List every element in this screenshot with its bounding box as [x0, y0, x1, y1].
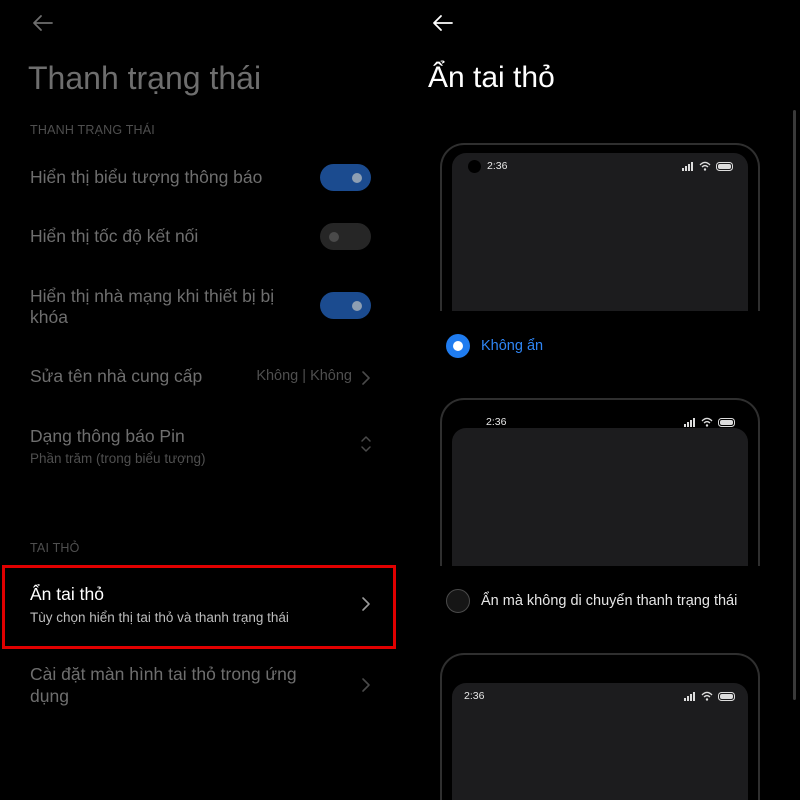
status-icons	[684, 417, 736, 427]
camera-cutout	[468, 160, 481, 173]
setting-row-connection-speed[interactable]: Hiển thị tốc độ kết nối	[0, 220, 400, 256]
arrow-left-icon	[33, 15, 53, 31]
wifi-icon	[701, 417, 713, 427]
setting-title: Sửa tên nhà cung cấp	[30, 366, 203, 386]
preview-screen: 2:36	[452, 683, 748, 800]
scrollbar[interactable]	[793, 110, 796, 700]
battery-icon	[718, 691, 735, 701]
preview-screen	[452, 428, 748, 566]
setting-title: Hiển thị tốc độ kết nối	[30, 226, 199, 246]
back-button[interactable]	[30, 10, 60, 38]
carrier-name-value: Không | Không	[256, 368, 352, 384]
status-icons	[684, 691, 736, 701]
setting-title-line2: khóa	[30, 307, 68, 327]
wifi-icon	[699, 161, 711, 171]
option-label: Không ẩn	[481, 338, 544, 354]
arrow-left-icon	[433, 15, 453, 31]
preview-phone-hide-notch[interactable]: 2:36	[440, 398, 760, 566]
setting-row-battery-indicator[interactable]: Dạng thông báo Pin Phần trăm (trong biểu…	[0, 420, 400, 470]
signal-icon	[684, 417, 695, 427]
highlight-box	[2, 565, 396, 649]
setting-row-notch-app-settings[interactable]: Cài đặt màn hình tai thỏ trong ứng dụng	[0, 660, 400, 710]
radio-button-selected[interactable]	[446, 334, 470, 358]
preview-phone-hide-and-move[interactable]: 2:36	[440, 653, 760, 800]
chevron-up-down-icon	[361, 436, 371, 452]
hide-notch-screen: Ẩn tai thỏ 2:36 Không ẩn 2:36 Ẩn mà khôn…	[400, 0, 800, 800]
setting-title-line1: Hiển thị nhà mạng khi thiết bị bị	[30, 286, 275, 306]
status-time: 2:36	[486, 416, 507, 428]
back-button[interactable]	[430, 10, 460, 38]
signal-icon	[684, 691, 695, 701]
preview-screen: 2:36	[452, 153, 748, 311]
battery-icon	[718, 417, 735, 427]
setting-title-line1: Cài đặt màn hình tai thỏ trong ứng	[30, 664, 297, 684]
setting-row-edit-carrier-name[interactable]: Sửa tên nhà cung cấp Không | Không	[0, 360, 400, 394]
status-bar-settings-screen: Thanh trạng thái THANH TRẠNG THÁI Hiển t…	[0, 0, 400, 800]
battery-icon	[716, 161, 733, 171]
chevron-right-icon	[362, 678, 370, 692]
section-header-notch: TAI THỎ	[30, 541, 80, 555]
setting-row-carrier-on-lock[interactable]: Hiển thị nhà mạng khi thiết bị bị khóa	[0, 282, 400, 332]
carrier-on-lock-toggle[interactable]	[320, 292, 371, 319]
setting-title: Hiển thị biểu tượng thông báo	[30, 167, 263, 187]
page-title: Thanh trạng thái	[28, 60, 262, 96]
chevron-right-icon	[362, 371, 370, 385]
setting-title: Dạng thông báo Pin	[30, 426, 185, 446]
page-title: Ẩn tai thỏ	[428, 61, 555, 94]
section-header-status-bar: THANH TRẠNG THÁI	[30, 123, 155, 137]
radio-button-unselected[interactable]	[446, 589, 470, 613]
status-time: 2:36	[487, 160, 508, 172]
option-show-notch[interactable]: Không ẩn	[446, 332, 543, 360]
setting-row-notification-icons[interactable]: Hiển thị biểu tượng thông báo	[0, 160, 400, 196]
option-hide-without-moving-status-bar[interactable]: Ẩn mà không di chuyển thanh trạng thái	[446, 587, 737, 615]
status-icons	[682, 161, 734, 171]
wifi-icon	[701, 691, 713, 701]
status-time: 2:36	[464, 690, 485, 702]
setting-subtitle: Phần trăm (trong biểu tượng)	[30, 451, 206, 466]
signal-icon	[682, 161, 693, 171]
option-label: Ẩn mà không di chuyển thanh trạng thái	[481, 593, 738, 609]
preview-phone-show-notch[interactable]: 2:36	[440, 143, 760, 311]
connection-speed-toggle[interactable]	[320, 223, 371, 250]
notification-icons-toggle[interactable]	[320, 164, 371, 191]
setting-title-line2: dụng	[30, 686, 69, 706]
